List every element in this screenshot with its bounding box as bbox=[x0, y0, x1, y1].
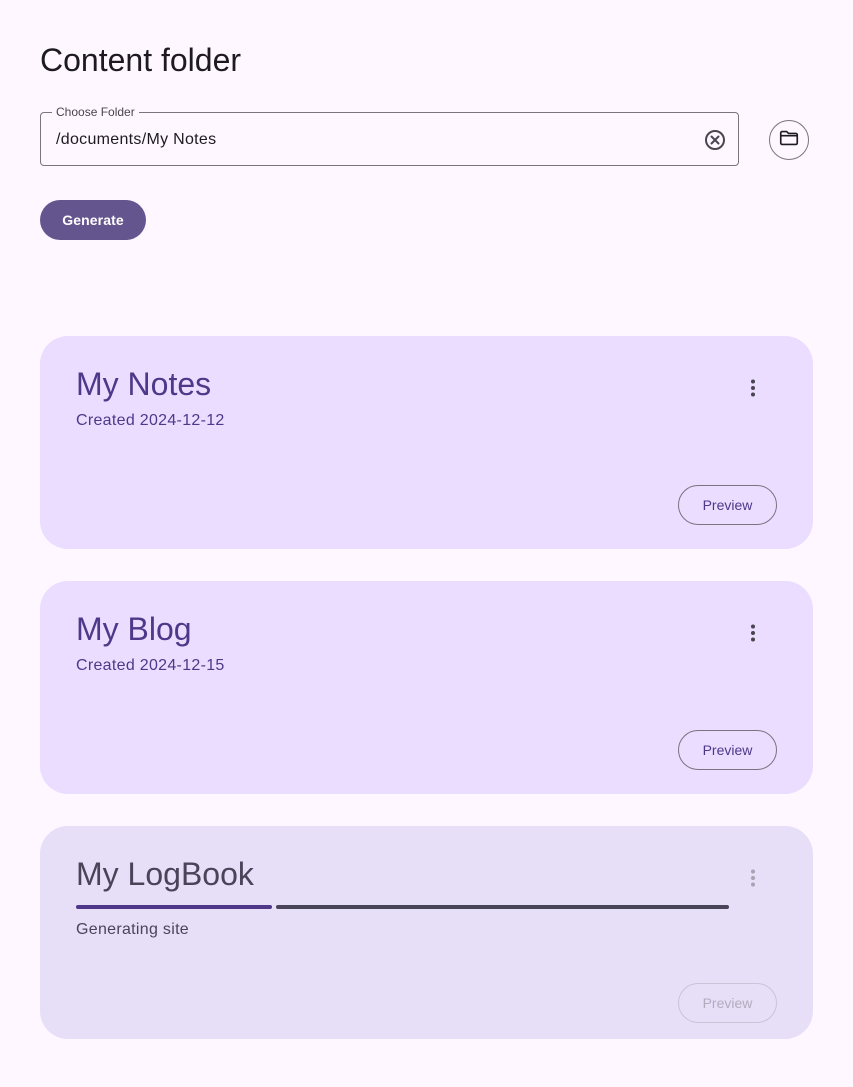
site-card-generating: My LogBook Generating site Preview bbox=[40, 826, 813, 1039]
site-title: My Notes bbox=[76, 366, 212, 402]
more-vert-icon[interactable] bbox=[741, 376, 765, 400]
folder-path-input[interactable]: /documents/My Notes bbox=[56, 130, 216, 150]
site-created-date: Created 2024-12-15 bbox=[76, 657, 225, 674]
folder-field-label: Choose Folder bbox=[52, 105, 139, 119]
more-vert-icon[interactable] bbox=[741, 621, 765, 645]
preview-button[interactable]: Preview bbox=[678, 485, 777, 525]
folder-field[interactable]: Choose Folder /documents/My Notes bbox=[40, 105, 739, 166]
browse-folder-button[interactable] bbox=[769, 120, 809, 160]
preview-button[interactable]: Preview bbox=[678, 730, 777, 770]
clear-icon[interactable] bbox=[703, 128, 727, 152]
site-status: Generating site bbox=[76, 921, 190, 938]
site-title: My Blog bbox=[76, 611, 192, 647]
site-card: My Notes Created 2024-12-12 Preview bbox=[40, 336, 813, 549]
more-vert-icon bbox=[741, 866, 765, 890]
preview-button-disabled: Preview bbox=[678, 983, 777, 1023]
site-created-date: Created 2024-12-12 bbox=[76, 412, 225, 429]
site-card: My Blog Created 2024-12-15 Preview bbox=[40, 581, 813, 794]
site-title: My LogBook bbox=[76, 856, 254, 892]
generate-button[interactable]: Generate bbox=[40, 200, 146, 240]
folder-icon bbox=[778, 127, 800, 154]
progress-fill bbox=[76, 905, 272, 909]
progress-track bbox=[276, 905, 729, 909]
generation-progress-bar bbox=[76, 905, 729, 909]
page-title: Content folder bbox=[40, 42, 242, 78]
